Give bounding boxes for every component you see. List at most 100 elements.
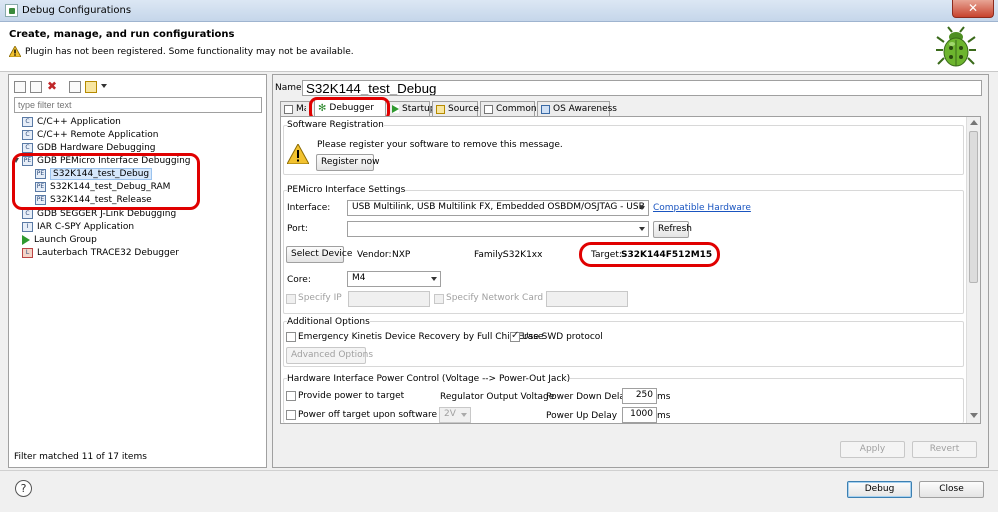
power-off-label: Power off target upon software exit xyxy=(298,410,457,420)
port-label: Port: xyxy=(287,224,308,234)
collapse-all-icon[interactable] xyxy=(69,81,81,93)
launch-icon xyxy=(22,234,30,245)
footer-divider xyxy=(0,470,998,471)
filter-icon[interactable] xyxy=(85,81,97,93)
header-title: Create, manage, and run configurations xyxy=(9,29,235,40)
vendor-label: Vendor: xyxy=(357,250,392,260)
register-now-button[interactable]: Register now xyxy=(316,154,380,171)
family-label: Family: xyxy=(474,250,506,260)
scroll-thumb[interactable] xyxy=(969,131,978,283)
family-value: S32K1xx xyxy=(503,250,543,260)
lauterbach-icon: L xyxy=(22,247,33,258)
help-icon[interactable]: ? xyxy=(15,480,32,497)
c-app-icon: C xyxy=(22,129,33,140)
compatible-hardware-link[interactable]: Compatible Hardware xyxy=(653,203,751,213)
core-label: Core: xyxy=(287,275,311,285)
specify-network-card-ip-label: Specify Network Card IP xyxy=(446,293,555,303)
debug-button[interactable]: Debug xyxy=(847,481,912,498)
refresh-button[interactable]: Refresh xyxy=(653,221,692,238)
tab-common[interactable]: Common xyxy=(480,101,537,116)
emergency-recovery-label: Emergency Kinetis Device Recovery by Ful… xyxy=(298,332,544,342)
vertical-scrollbar[interactable] xyxy=(966,117,980,423)
provide-power-label: Provide power to target xyxy=(298,391,405,401)
power-control-title: Hardware Interface Power Control (Voltag… xyxy=(287,374,571,384)
window-title: Debug Configurations xyxy=(22,5,132,16)
provide-power-checkbox[interactable] xyxy=(286,391,296,401)
app-icon xyxy=(5,4,18,17)
power-off-checkbox[interactable] xyxy=(286,410,296,420)
c-app-icon: C xyxy=(22,142,33,153)
duplicate-icon[interactable] xyxy=(30,81,42,93)
tab-os-awareness[interactable]: OS Awareness xyxy=(537,101,617,116)
tree-item-iar-cspy[interactable]: I IAR C-SPY Application xyxy=(22,220,134,233)
vendor-value: NXP xyxy=(392,250,411,260)
close-button[interactable]: Close xyxy=(919,481,984,498)
interface-select[interactable]: USB Multilink, USB Multilink FX, Embedde… xyxy=(347,200,649,216)
ip-address-input[interactable] xyxy=(348,291,430,307)
tab-main[interactable]: Main xyxy=(280,101,310,116)
dialog-header: Create, manage, and run configurations P… xyxy=(0,22,998,72)
annotation-highlight-target xyxy=(579,242,720,267)
use-swd-label: Use SWD protocol xyxy=(522,332,603,342)
pemicro-settings-title: PEMicro Interface Settings xyxy=(287,185,406,195)
tree-item-cpp-application[interactable]: C C/C++ Application xyxy=(22,115,121,128)
warning-icon xyxy=(287,144,309,164)
tree-item-cpp-remote-application[interactable]: C C/C++ Remote Application xyxy=(22,128,158,141)
delete-icon[interactable]: ✖ xyxy=(47,79,57,93)
power-down-delay-input[interactable]: 250 xyxy=(622,388,657,404)
scroll-down-icon[interactable] xyxy=(970,413,978,418)
voltage-select[interactable]: 2V xyxy=(439,407,471,423)
registration-message: Please register your software to remove … xyxy=(317,140,563,150)
filter-status-text: Filter matched 11 of 17 items xyxy=(14,452,147,462)
header-warning-text: Plugin has not been registered. Some fun… xyxy=(25,47,354,57)
os-awareness-icon xyxy=(541,104,550,114)
debug-bug-icon xyxy=(936,26,976,67)
chevron-down-icon xyxy=(461,413,467,417)
c-app-icon: C xyxy=(22,208,33,219)
new-config-icon[interactable] xyxy=(14,81,26,93)
tree-item-launch-group[interactable]: Launch Group xyxy=(22,233,97,246)
filter-input[interactable] xyxy=(14,97,262,113)
power-down-unit: ms xyxy=(657,392,671,402)
port-select[interactable] xyxy=(347,221,649,237)
power-up-delay-input[interactable]: 1000 xyxy=(622,407,657,423)
tab-source[interactable]: Source xyxy=(432,101,479,116)
power-up-unit: ms xyxy=(657,411,671,421)
network-card-ip-input[interactable] xyxy=(546,291,628,307)
specify-ip-checkbox[interactable] xyxy=(286,294,296,304)
apply-button[interactable]: Apply xyxy=(840,441,905,458)
title-bar: Debug Configurations ✕ xyxy=(0,0,998,22)
tree-item-lauterbach-trace32[interactable]: L Lauterbach TRACE32 Debugger xyxy=(22,246,179,259)
iar-icon: I xyxy=(22,221,33,232)
name-label: Name: xyxy=(275,83,305,93)
common-icon xyxy=(484,104,493,114)
chevron-down-icon xyxy=(431,277,437,281)
power-down-delay-label: Power Down Delay xyxy=(546,392,631,402)
emergency-recovery-checkbox[interactable] xyxy=(286,332,296,342)
advanced-options-button[interactable]: Advanced Options xyxy=(286,347,373,364)
source-icon xyxy=(436,104,445,114)
config-name-input[interactable] xyxy=(302,80,982,96)
interface-label: Interface: xyxy=(287,203,331,213)
additional-options-title: Additional Options xyxy=(287,317,370,327)
software-registration-group xyxy=(283,125,964,175)
revert-button[interactable]: Revert xyxy=(912,441,977,458)
specify-ip-label: Specify IP xyxy=(298,293,342,303)
chevron-down-icon xyxy=(639,206,645,210)
specify-network-card-ip-checkbox[interactable] xyxy=(434,294,444,304)
chevron-down-icon xyxy=(639,227,645,231)
startup-play-icon xyxy=(392,105,399,113)
warning-icon xyxy=(9,46,21,57)
power-up-delay-label: Power Up Delay xyxy=(546,411,618,421)
tab-startup[interactable]: Startup xyxy=(388,101,435,116)
additional-options-group xyxy=(283,321,964,367)
software-registration-title: Software Registration xyxy=(287,120,384,130)
select-device-button[interactable]: Select Device xyxy=(286,246,352,263)
use-swd-checkbox[interactable] xyxy=(510,330,520,342)
window-close-button[interactable]: ✕ xyxy=(952,0,994,18)
main-tab-icon xyxy=(284,104,293,114)
regulator-output-voltage-label: Regulator Output Voltage xyxy=(440,392,555,402)
filter-menu-chevron-down-icon[interactable] xyxy=(101,84,107,88)
scroll-up-icon[interactable] xyxy=(970,120,978,125)
core-select[interactable]: M4 xyxy=(347,271,441,287)
